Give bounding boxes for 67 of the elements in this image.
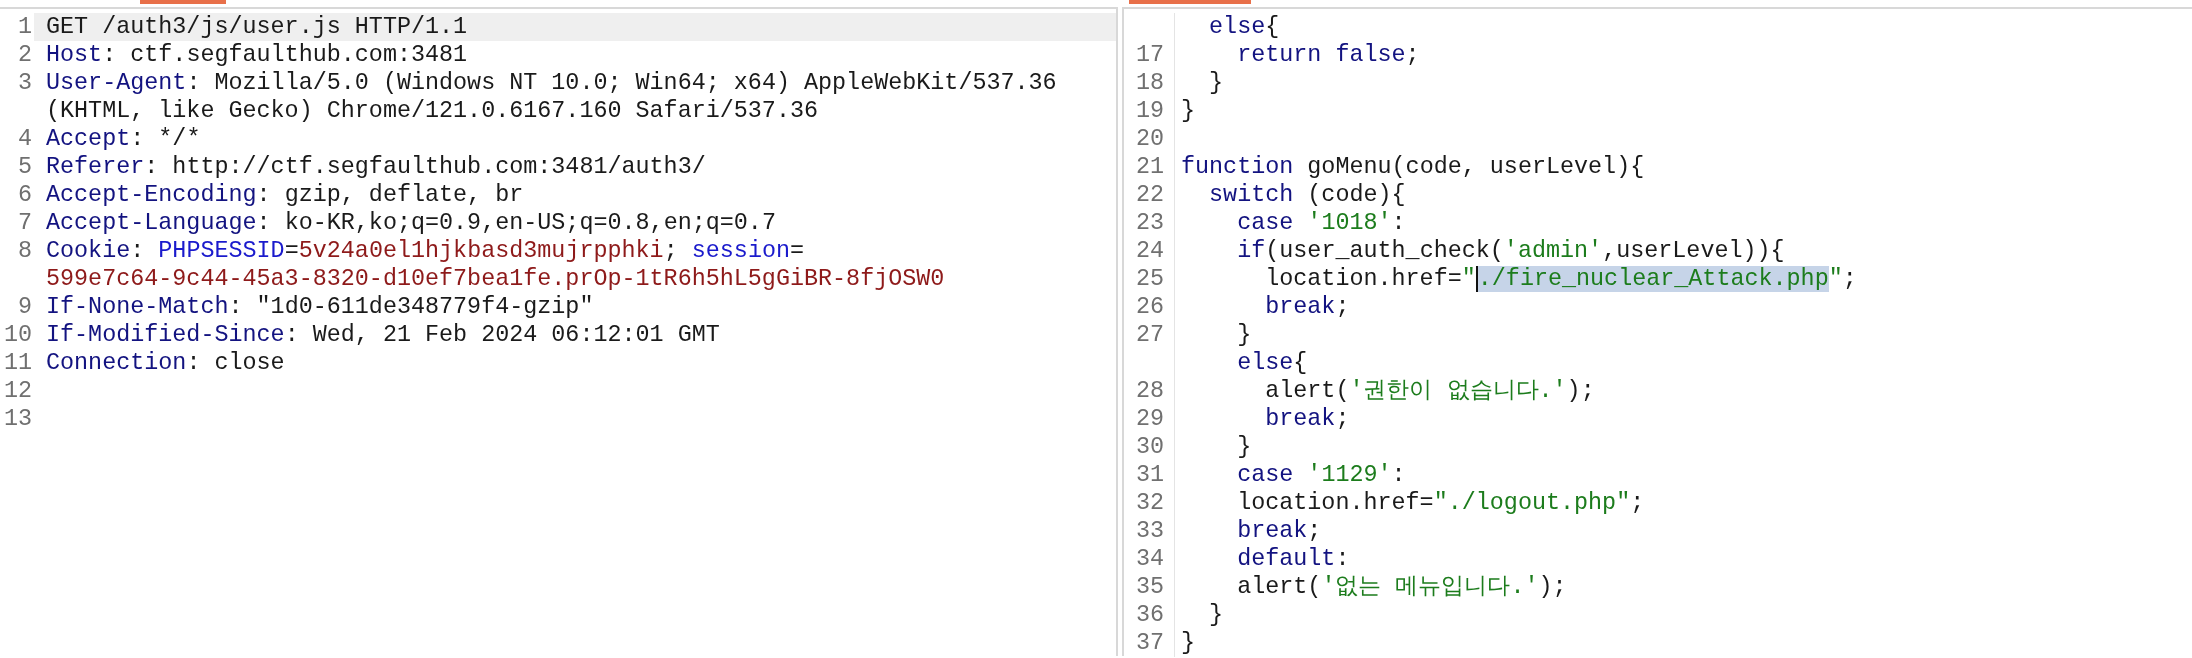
line-number: 9	[16, 293, 33, 321]
code-line: Accept-Language: ko-KR,ko;q=0.9,en-US;q=0.8,en;q=0.7	[45, 209, 777, 237]
code-line: Host: ctf.segfaulthub.com:3481	[45, 41, 469, 69]
line-number: 33	[1124, 517, 1175, 545]
code-line: Accept-Encoding: gzip, deflate, br	[45, 181, 525, 209]
line-number: 18	[1124, 69, 1175, 97]
code-line: return false;	[1236, 41, 1420, 69]
code-line: location.href="./logout.php";	[1236, 489, 1645, 517]
line-number: 27	[1124, 321, 1175, 349]
line-number: 22	[1124, 181, 1175, 209]
line-number: 7	[16, 209, 33, 237]
line-number: 32	[1124, 489, 1175, 517]
code-line: If-None-Match: "1d0-611de348779f4-gzip"	[45, 293, 595, 321]
code-line: User-Agent: Mozilla/5.0 (Windows NT 10.0; Win64; x64) AppleWebKit/537.36	[45, 69, 1058, 97]
line-number: 19	[1124, 97, 1175, 125]
code-line: Cookie: PHPSESSID=5v24a0el1hjkbasd3mujrpphki; session=	[45, 237, 806, 265]
line-number: 26	[1124, 293, 1175, 321]
line-number: 23	[1124, 209, 1175, 237]
line-number: 20	[1124, 125, 1175, 153]
code-line: Referer: http://ctf.segfaulthub.com:3481/auth3/	[45, 153, 707, 181]
line-number: 24	[1124, 237, 1175, 265]
code-line: }	[1181, 629, 1196, 657]
code-line: }	[1236, 433, 1252, 461]
line-number: 28	[1124, 377, 1175, 405]
code-line: 599e7c64-9c44-45a3-8320-d10ef7bea1fe.prOp-1tR6h5hL5gGiBR-8fjOSW0	[45, 265, 946, 293]
line-number: 4	[16, 125, 33, 153]
line-number: 21	[1124, 153, 1175, 181]
code-line: case '1018':	[1236, 209, 1406, 237]
line-number: 8	[16, 237, 33, 265]
code-line: Accept: */*	[45, 125, 202, 153]
code-line: If-Modified-Since: Wed, 21 Feb 2024 06:12:01 GMT	[45, 321, 721, 349]
line-number: 6	[16, 181, 33, 209]
code-line: break;	[1264, 293, 1350, 321]
code-line: function goMenu(code, userLevel){	[1181, 153, 1645, 181]
code-line: }	[1181, 97, 1196, 125]
code-line: }	[1236, 321, 1252, 349]
line-number: 2	[16, 41, 33, 69]
line-number: 25	[1124, 265, 1175, 293]
line-number: 35	[1124, 573, 1175, 601]
line-number: 5	[16, 153, 33, 181]
code-line: break;	[1264, 405, 1350, 433]
code-line: Connection: close	[45, 349, 286, 377]
code-line: if(user_auth_check('admin',userLevel)){	[1236, 237, 1785, 265]
line-number: 12	[2, 377, 33, 405]
code-line: default:	[1236, 545, 1350, 573]
code-line: else{	[1236, 349, 1308, 377]
line-number: 3	[16, 69, 33, 97]
line-number: 31	[1124, 461, 1175, 489]
code-line: (KHTML, like Gecko) Chrome/121.0.6167.160 Safari/537.36	[45, 97, 820, 125]
line-number: 1	[16, 13, 33, 41]
line-number: 37	[1124, 629, 1175, 657]
code-line: }	[1208, 601, 1224, 629]
code-line: alert('권한이 없습니다.');	[1264, 377, 1595, 405]
line-number: 30	[1124, 433, 1175, 461]
code-line: switch (code){	[1208, 181, 1406, 209]
code-line: break;	[1236, 517, 1322, 545]
line-number: 17	[1124, 41, 1175, 69]
line-number: 29	[1124, 405, 1175, 433]
code-line: }	[1208, 69, 1224, 97]
line-number: 11	[2, 349, 33, 377]
line-number: 13	[2, 405, 33, 433]
code-line: else{	[1208, 13, 1280, 41]
line-number: 34	[1124, 545, 1175, 573]
line-number: 36	[1124, 601, 1175, 629]
code-line: alert('없는 메뉴입니다.');	[1236, 573, 1567, 601]
line-number: 10	[2, 321, 33, 349]
code-line: case '1129':	[1236, 461, 1406, 489]
